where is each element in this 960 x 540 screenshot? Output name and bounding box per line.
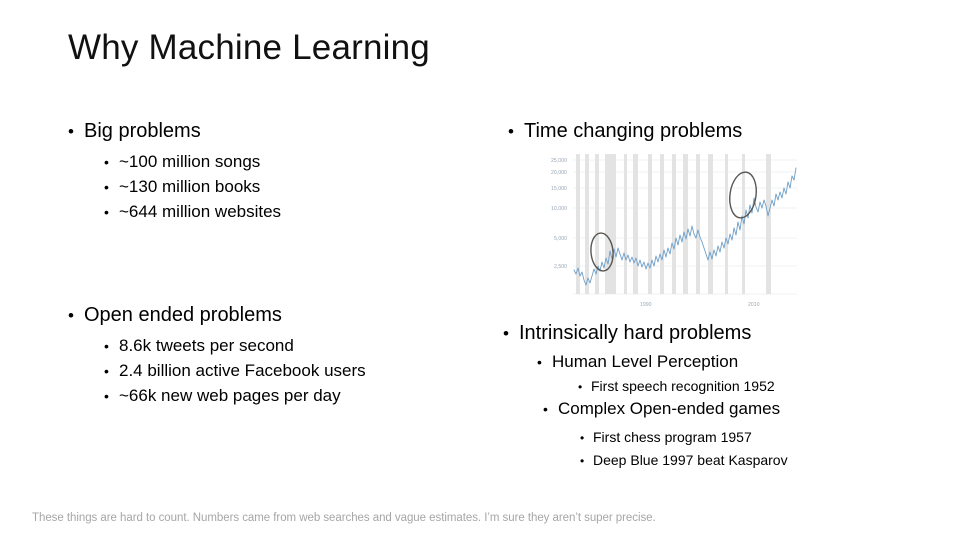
bullet-human-level-perception: Human Level Perception <box>537 351 738 372</box>
bullet-dot-icon <box>580 452 593 468</box>
bullet-open-ended-problems: Open ended problems <box>68 304 282 327</box>
stock-market-chart: 25,000 20,000 15,000 10,000 5,000 2,500 … <box>545 150 800 312</box>
bullet-first-chess-program: First chess program 1957 <box>580 428 752 445</box>
bullet-label: Complex Open-ended games <box>558 398 781 418</box>
bullet-facebook-users: 2.4 billion active Facebook users <box>104 360 366 381</box>
bullet-dot-icon <box>578 378 591 394</box>
bullet-dot-icon <box>537 352 552 372</box>
bullet-dot-icon <box>104 152 119 172</box>
footnote: These things are hard to count. Numbers … <box>32 512 656 524</box>
y-tick-label: 5,000 <box>554 236 567 242</box>
bullet-dot-icon <box>104 336 119 356</box>
bullet-dot-icon <box>104 361 119 381</box>
bullet-dot-icon <box>104 177 119 197</box>
y-tick-label: 25,000 <box>551 158 567 164</box>
bullet-dot-icon <box>68 120 84 143</box>
bullet-deep-blue-kasparov: Deep Blue 1997 beat Kasparov <box>580 451 788 468</box>
bullet-complex-open-ended-games: Complex Open-ended games <box>543 398 780 419</box>
bullet-dot-icon <box>543 399 558 419</box>
bullet-intrinsically-hard-problems: Intrinsically hard problems <box>503 322 751 345</box>
bullet-dot-icon <box>508 120 524 143</box>
bullet-dot-icon <box>104 386 119 406</box>
y-tick-label: 20,000 <box>551 170 567 176</box>
bullet-label: 2.4 billion active Facebook users <box>119 360 366 380</box>
bullet-dot-icon <box>104 202 119 222</box>
bullet-label: Big problems <box>84 120 201 143</box>
bullet-label: Human Level Perception <box>552 351 739 371</box>
bullet-label: 8.6k tweets per second <box>119 335 294 355</box>
bullet-label: Time changing problems <box>524 120 743 143</box>
bullet-label: Intrinsically hard problems <box>519 322 752 345</box>
page-title: Why Machine Learning <box>68 28 430 67</box>
bullet-tweets: 8.6k tweets per second <box>104 335 294 356</box>
chart-svg: 25,000 20,000 15,000 10,000 5,000 2,500 … <box>545 150 800 312</box>
x-tick-label: 2010 <box>748 302 760 308</box>
bullet-label: ~100 million songs <box>119 151 261 171</box>
y-tick-label: 2,500 <box>554 264 567 270</box>
bullet-dot-icon <box>580 429 593 445</box>
x-tick-label: 1990 <box>640 302 652 308</box>
bullet-label: Open ended problems <box>84 304 282 327</box>
y-tick-label: 15,000 <box>551 186 567 192</box>
bullet-big-problems: Big problems <box>68 120 201 143</box>
bullet-label: First speech recognition 1952 <box>591 378 775 395</box>
bullet-time-changing-problems: Time changing problems <box>508 120 742 143</box>
bullet-first-speech-recognition: First speech recognition 1952 <box>578 377 775 394</box>
bullet-label: First chess program 1957 <box>593 429 752 446</box>
bullet-dot-icon <box>503 322 519 345</box>
bullet-songs: ~100 million songs <box>104 151 260 172</box>
y-tick-label: 10,000 <box>551 206 567 212</box>
bullet-web-pages: ~66k new web pages per day <box>104 385 341 406</box>
bullet-dot-icon <box>68 304 84 327</box>
bullet-label: Deep Blue 1997 beat Kasparov <box>593 452 788 469</box>
bullet-label: ~644 million websites <box>119 201 282 221</box>
bullet-label: ~66k new web pages per day <box>119 385 341 405</box>
bullet-books: ~130 million books <box>104 176 260 197</box>
bullet-label: ~130 million books <box>119 176 261 196</box>
bullet-websites: ~644 million websites <box>104 201 281 222</box>
